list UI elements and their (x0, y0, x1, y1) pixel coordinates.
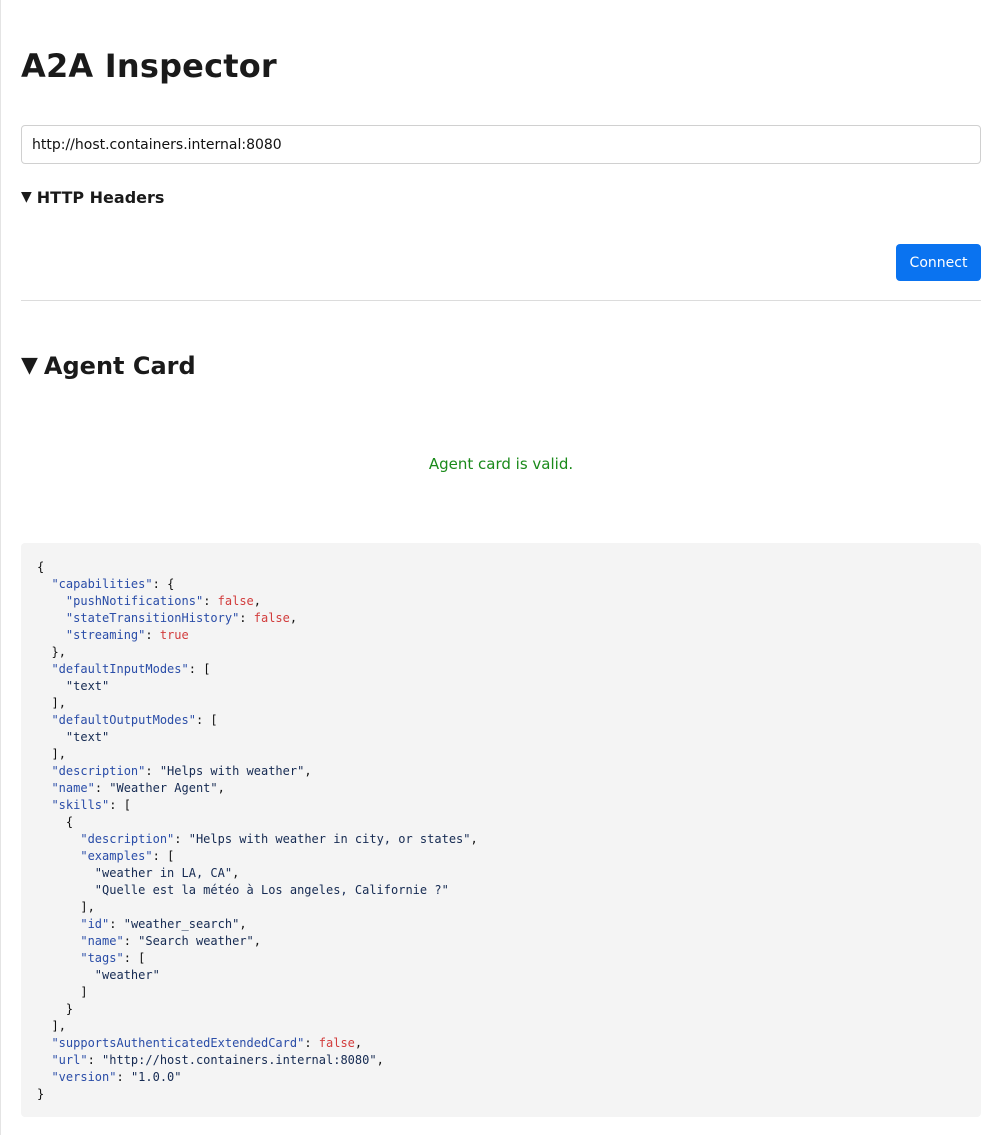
left-border (0, 0, 1, 1135)
agent-card-json: { "capabilities": { "pushNotifications":… (21, 543, 981, 1117)
agent-card-toggle[interactable]: ▼ Agent Card (21, 350, 196, 382)
validation-status: Agent card is valid. (428, 455, 574, 473)
http-headers-toggle[interactable]: ▼ HTTP Headers (21, 187, 164, 207)
agent-url-input[interactable] (21, 125, 981, 164)
agent-card-heading: Agent Card (43, 352, 196, 380)
section-divider (21, 300, 981, 301)
page-title: A2A Inspector (21, 47, 277, 85)
http-headers-label: HTTP Headers (36, 187, 165, 207)
triangle-down-icon: ▼ (21, 353, 38, 378)
connect-button[interactable]: Connect (896, 244, 981, 281)
triangle-down-icon: ▼ (21, 189, 32, 205)
